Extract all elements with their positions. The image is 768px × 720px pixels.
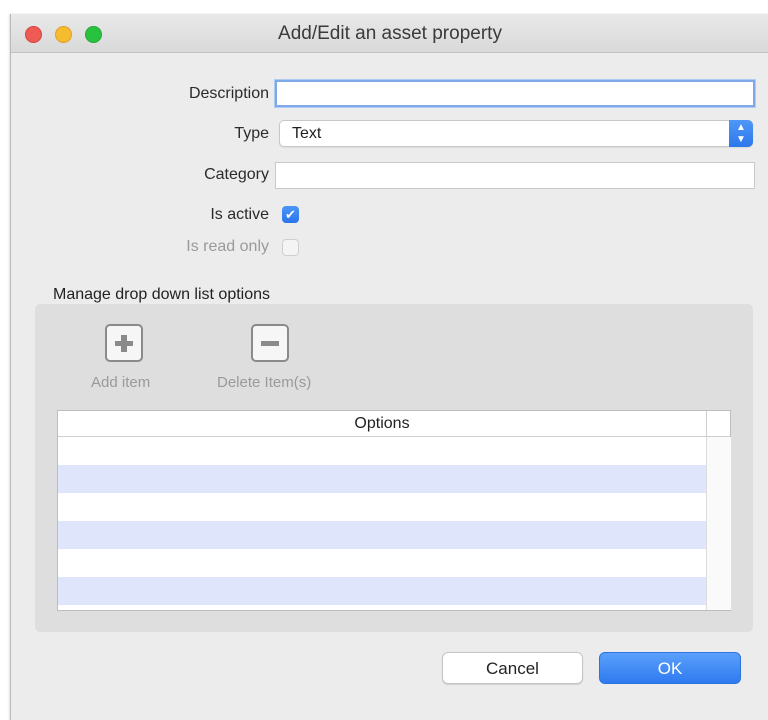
is-active-checkbox[interactable]: ✔ bbox=[282, 206, 299, 223]
options-table[interactable]: Options bbox=[57, 410, 731, 611]
ok-button[interactable]: OK bbox=[599, 652, 741, 684]
type-select[interactable]: Text ▲ ▼ bbox=[279, 120, 753, 147]
table-row[interactable] bbox=[58, 465, 706, 493]
options-table-scrollbar[interactable] bbox=[706, 437, 731, 610]
minus-icon bbox=[261, 341, 279, 346]
dialog-window: Add/Edit an asset property Description T… bbox=[10, 14, 768, 720]
category-label: Category bbox=[204, 166, 269, 183]
category-input[interactable] bbox=[275, 162, 755, 189]
table-row[interactable] bbox=[58, 549, 706, 577]
delete-items-label: Delete Item(s) bbox=[217, 374, 312, 391]
table-row[interactable] bbox=[58, 493, 706, 521]
type-label: Type bbox=[234, 125, 269, 142]
options-table-header: Options bbox=[58, 411, 730, 437]
cancel-button[interactable]: Cancel bbox=[442, 652, 583, 684]
delete-items-button[interactable] bbox=[251, 324, 289, 362]
description-input[interactable] bbox=[275, 80, 755, 107]
is-active-label: Is active bbox=[210, 206, 269, 223]
table-row[interactable] bbox=[58, 577, 706, 605]
select-arrows-icon: ▲ ▼ bbox=[729, 120, 753, 147]
options-column-header[interactable]: Options bbox=[58, 411, 707, 436]
window-title: Add/Edit an asset property bbox=[278, 23, 502, 44]
plus-icon-vertical bbox=[121, 335, 127, 352]
is-read-only-checkbox[interactable] bbox=[282, 239, 299, 256]
add-item-label: Add item bbox=[91, 374, 151, 391]
dropdown-options-section-title: Manage drop down list options bbox=[53, 286, 271, 303]
table-row[interactable] bbox=[58, 437, 706, 465]
title-bar[interactable]: Add/Edit an asset property bbox=[11, 14, 768, 53]
type-select-value: Text bbox=[292, 125, 322, 142]
table-row[interactable] bbox=[58, 521, 706, 549]
description-label: Description bbox=[188, 85, 269, 102]
checkmark-icon: ✔ bbox=[285, 207, 296, 222]
dropdown-options-panel: Add item Delete Item(s) Options bbox=[35, 304, 753, 632]
is-read-only-label: Is read only bbox=[186, 238, 269, 255]
add-item-button[interactable] bbox=[105, 324, 143, 362]
